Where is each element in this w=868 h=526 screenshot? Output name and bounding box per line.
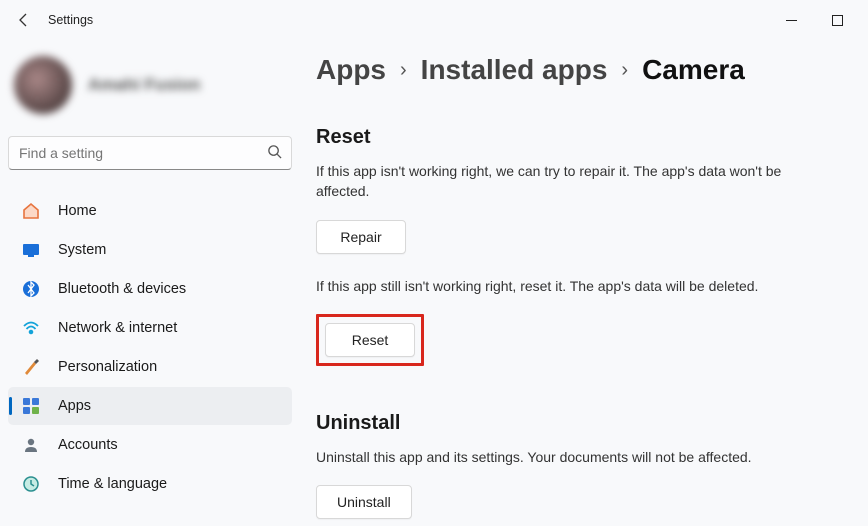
minimize-icon bbox=[786, 15, 797, 26]
chevron-right-icon: › bbox=[621, 59, 628, 82]
nav-list: Home System Bluetooth & devices Network … bbox=[8, 192, 292, 503]
sidebar-item-label: Network & internet bbox=[58, 320, 177, 336]
breadcrumb: Apps › Installed apps › Camera bbox=[316, 54, 844, 86]
home-icon bbox=[22, 202, 40, 220]
sidebar-item-accounts[interactable]: Accounts bbox=[8, 426, 292, 464]
chevron-right-icon: › bbox=[400, 59, 407, 82]
sidebar-item-label: System bbox=[58, 242, 106, 258]
person-icon bbox=[22, 436, 40, 454]
back-button[interactable] bbox=[14, 10, 34, 30]
breadcrumb-installed[interactable]: Installed apps bbox=[421, 54, 608, 86]
sidebar-item-label: Bluetooth & devices bbox=[58, 281, 186, 297]
sidebar-item-label: Time & language bbox=[58, 476, 167, 492]
sidebar-item-label: Accounts bbox=[58, 437, 118, 453]
search-icon bbox=[267, 144, 282, 162]
reset-highlight: Reset bbox=[316, 314, 424, 366]
maximize-icon bbox=[832, 15, 843, 26]
sidebar-item-home[interactable]: Home bbox=[8, 192, 292, 230]
avatar bbox=[14, 56, 72, 114]
sidebar-item-personalization[interactable]: Personalization bbox=[8, 348, 292, 386]
sidebar-item-label: Home bbox=[58, 203, 97, 219]
sidebar: Amahi Fusion Home System bbox=[0, 40, 300, 526]
minimize-button[interactable] bbox=[768, 4, 814, 36]
sidebar-item-system[interactable]: System bbox=[8, 231, 292, 269]
bluetooth-icon bbox=[22, 280, 40, 298]
system-icon bbox=[22, 241, 40, 259]
sidebar-item-label: Personalization bbox=[58, 359, 157, 375]
globe-clock-icon bbox=[22, 475, 40, 493]
sidebar-item-network[interactable]: Network & internet bbox=[8, 309, 292, 347]
reset-description: If this app still isn't working right, r… bbox=[316, 276, 844, 296]
breadcrumb-current: Camera bbox=[642, 54, 745, 86]
repair-description: If this app isn't working right, we can … bbox=[316, 161, 796, 202]
search-input[interactable] bbox=[8, 136, 292, 170]
window-controls bbox=[768, 4, 860, 36]
titlebar: Settings bbox=[0, 0, 868, 40]
sidebar-item-bluetooth[interactable]: Bluetooth & devices bbox=[8, 270, 292, 308]
profile-block[interactable]: Amahi Fusion bbox=[8, 48, 292, 132]
reset-button[interactable]: Reset bbox=[325, 323, 415, 357]
apps-icon bbox=[22, 397, 40, 415]
sidebar-item-time-language[interactable]: Time & language bbox=[8, 465, 292, 503]
uninstall-description: Uninstall this app and its settings. You… bbox=[316, 447, 844, 467]
brush-icon bbox=[22, 358, 40, 376]
titlebar-left: Settings bbox=[14, 10, 93, 30]
wifi-icon bbox=[22, 319, 40, 337]
reset-section-title: Reset bbox=[316, 126, 844, 149]
repair-button[interactable]: Repair bbox=[316, 220, 406, 254]
sidebar-item-label: Apps bbox=[58, 398, 91, 414]
window-title: Settings bbox=[48, 13, 93, 27]
sidebar-item-apps[interactable]: Apps bbox=[8, 387, 292, 425]
profile-name: Amahi Fusion bbox=[88, 75, 200, 95]
maximize-button[interactable] bbox=[814, 4, 860, 36]
arrow-left-icon bbox=[16, 12, 32, 28]
content-pane: Apps › Installed apps › Camera Reset If … bbox=[300, 40, 868, 526]
uninstall-button[interactable]: Uninstall bbox=[316, 485, 412, 519]
search-wrap bbox=[8, 136, 292, 170]
uninstall-section-title: Uninstall bbox=[316, 412, 844, 435]
breadcrumb-apps[interactable]: Apps bbox=[316, 54, 386, 86]
